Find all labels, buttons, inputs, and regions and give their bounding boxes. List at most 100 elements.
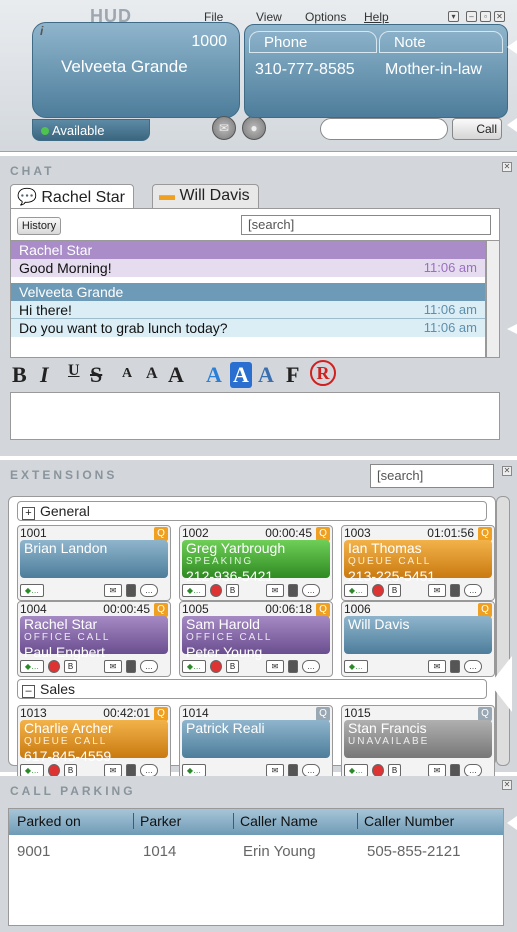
queue-icon[interactable]: Q bbox=[478, 603, 492, 617]
chat-icon[interactable]: … bbox=[464, 584, 482, 597]
queue-icon[interactable]: Q bbox=[478, 527, 492, 541]
queue-icon[interactable]: Q bbox=[316, 707, 330, 721]
minimize-icon[interactable]: – bbox=[466, 11, 477, 22]
contact-panel: Phone Note 310-777-8585 Mother-in-law bbox=[244, 24, 508, 118]
phone-icon[interactable] bbox=[450, 660, 460, 673]
maximize-icon[interactable]: ▫ bbox=[480, 11, 491, 22]
email-icon[interactable]: ✉ bbox=[104, 584, 122, 597]
queue-icon[interactable]: Q bbox=[316, 603, 330, 617]
strike-button[interactable]: S bbox=[90, 362, 102, 388]
phone-icon[interactable] bbox=[288, 660, 298, 673]
barge-icon[interactable]: B bbox=[226, 584, 239, 597]
extension-card[interactable]: 1004 00:00:45 Q Rachel Star OFFICE CALL Paul … bbox=[17, 601, 171, 677]
italic-button[interactable]: I bbox=[40, 362, 49, 388]
transfer-icon[interactable]: ◆… bbox=[182, 660, 206, 673]
phone-icon[interactable] bbox=[288, 584, 298, 597]
queue-icon[interactable]: Q bbox=[316, 527, 330, 541]
transfer-icon[interactable]: ◆… bbox=[182, 584, 206, 597]
transfer-icon[interactable]: ◆… bbox=[20, 584, 44, 597]
column-header[interactable]: Parked on bbox=[17, 813, 81, 829]
status-selector[interactable]: Available bbox=[32, 119, 150, 141]
transfer-icon[interactable]: ◆… bbox=[344, 584, 368, 597]
font-larger-button[interactable]: A bbox=[168, 362, 184, 388]
tab-note[interactable]: Note bbox=[379, 31, 503, 53]
tab-chat-will[interactable]: ▬ Will Davis bbox=[152, 184, 259, 208]
email-icon[interactable]: ✉ bbox=[266, 584, 284, 597]
column-header[interactable]: Caller Number bbox=[357, 813, 454, 829]
chat-message-input[interactable] bbox=[10, 392, 500, 440]
close-icon[interactable]: ✕ bbox=[502, 162, 512, 172]
extension-card[interactable]: 1015 Q Stan Francis UNAVAILABE ◆… B ✉… bbox=[341, 705, 495, 781]
transfer-icon[interactable]: ◆… bbox=[344, 660, 368, 673]
barge-icon[interactable]: B bbox=[388, 584, 401, 597]
close-icon[interactable]: ✕ bbox=[502, 780, 512, 790]
chat-icon[interactable]: … bbox=[140, 660, 158, 673]
close-window-icon[interactable]: ✕ bbox=[494, 11, 505, 22]
extension-card[interactable]: 1003 01:01:56 Q Ian Thomas QUEUE CALL 213-225… bbox=[341, 525, 495, 601]
text-color-button[interactable]: A bbox=[206, 362, 222, 388]
dial-input[interactable] bbox=[320, 118, 448, 140]
group-sales[interactable]: – Sales bbox=[17, 679, 487, 699]
column-header[interactable]: Caller Name bbox=[233, 813, 318, 829]
table-cell[interactable]: 505-855-2121 bbox=[367, 843, 460, 860]
chat-icon[interactable]: … bbox=[302, 584, 320, 597]
extensions-search-input[interactable]: [search] bbox=[370, 464, 494, 488]
chat-icon[interactable]: … bbox=[302, 660, 320, 673]
table-cell[interactable]: Erin Young bbox=[243, 843, 316, 860]
column-header[interactable]: Parker bbox=[133, 813, 181, 829]
underline-button[interactable]: U bbox=[68, 362, 80, 380]
close-icon[interactable]: ✕ bbox=[502, 466, 512, 476]
phone-icon[interactable] bbox=[126, 584, 136, 597]
record-icon[interactable] bbox=[210, 584, 222, 597]
dropdown-icon[interactable]: ▾ bbox=[448, 11, 459, 22]
extensions-scrollbar[interactable] bbox=[496, 496, 510, 766]
font-style-button[interactable]: A bbox=[258, 362, 274, 388]
queue-icon[interactable]: Q bbox=[154, 707, 168, 721]
info-icon[interactable]: i bbox=[40, 24, 43, 38]
record-icon[interactable] bbox=[48, 660, 60, 673]
queue-icon[interactable]: Q bbox=[154, 603, 168, 617]
table-cell[interactable]: 9001 bbox=[17, 843, 50, 860]
menu-options[interactable]: Options bbox=[305, 10, 346, 24]
extension-card[interactable]: 1013 00:42:01 Q Charlie Archer QUEUE CALL 617… bbox=[17, 705, 171, 781]
extension-card[interactable]: 1001 Q Brian Landon ◆… ✉… bbox=[17, 525, 171, 601]
group-general[interactable]: + General bbox=[17, 501, 487, 521]
call-status: OFFICE CALL bbox=[24, 632, 111, 643]
font-normal-button[interactable]: A bbox=[146, 365, 158, 383]
font-family-button[interactable]: F bbox=[286, 362, 299, 388]
phone-icon[interactable] bbox=[126, 660, 136, 673]
phone-icon[interactable] bbox=[450, 584, 460, 597]
extension-card[interactable]: 1005 00:06:18 Q Sam Harold OFFICE CALL Peter … bbox=[179, 601, 333, 677]
call-button[interactable]: Call bbox=[452, 118, 502, 140]
extension-card[interactable]: 1002 00:00:45 Q Greg Yarbrough SPEAKING 212-9… bbox=[179, 525, 333, 601]
tab-phone[interactable]: Phone bbox=[249, 31, 377, 53]
record-icon[interactable] bbox=[210, 660, 222, 673]
email-icon[interactable]: ✉ bbox=[104, 660, 122, 673]
chat-search-input[interactable]: [search] bbox=[241, 215, 491, 235]
record-icon[interactable] bbox=[372, 584, 384, 597]
chat-scrollbar[interactable] bbox=[486, 240, 500, 358]
extension-card[interactable]: 1014 Q Patrick Reali ◆… ✉… bbox=[179, 705, 333, 781]
highlight-button[interactable]: A bbox=[230, 362, 252, 388]
table-cell[interactable]: 1014 bbox=[143, 843, 176, 860]
chat-icon[interactable]: … bbox=[464, 660, 482, 673]
email-icon[interactable]: ✉ bbox=[428, 584, 446, 597]
call-timer: 00:42:01 bbox=[103, 706, 150, 720]
bold-button[interactable]: B bbox=[12, 362, 27, 388]
email-icon[interactable]: ✉ bbox=[266, 660, 284, 673]
queue-icon[interactable]: Q bbox=[154, 527, 168, 541]
font-smaller-button[interactable]: A bbox=[122, 366, 132, 382]
transfer-icon[interactable]: ◆… bbox=[20, 660, 44, 673]
clear-format-button[interactable]: R bbox=[310, 360, 336, 386]
record-icon[interactable]: ● bbox=[242, 116, 266, 140]
menu-help[interactable]: Help bbox=[364, 10, 389, 24]
voicemail-icon[interactable]: ✉ bbox=[212, 116, 236, 140]
email-icon[interactable]: ✉ bbox=[428, 660, 446, 673]
barge-icon[interactable]: B bbox=[64, 660, 77, 673]
history-button[interactable]: History bbox=[17, 217, 61, 235]
extension-card[interactable]: 1006 Q Will Davis ◆… ✉… bbox=[341, 601, 495, 677]
tab-chat-rachel[interactable]: 💬 Rachel Star bbox=[10, 184, 134, 208]
chat-icon[interactable]: … bbox=[140, 584, 158, 597]
menu-view[interactable]: View bbox=[256, 10, 282, 24]
barge-icon[interactable]: B bbox=[226, 660, 239, 673]
